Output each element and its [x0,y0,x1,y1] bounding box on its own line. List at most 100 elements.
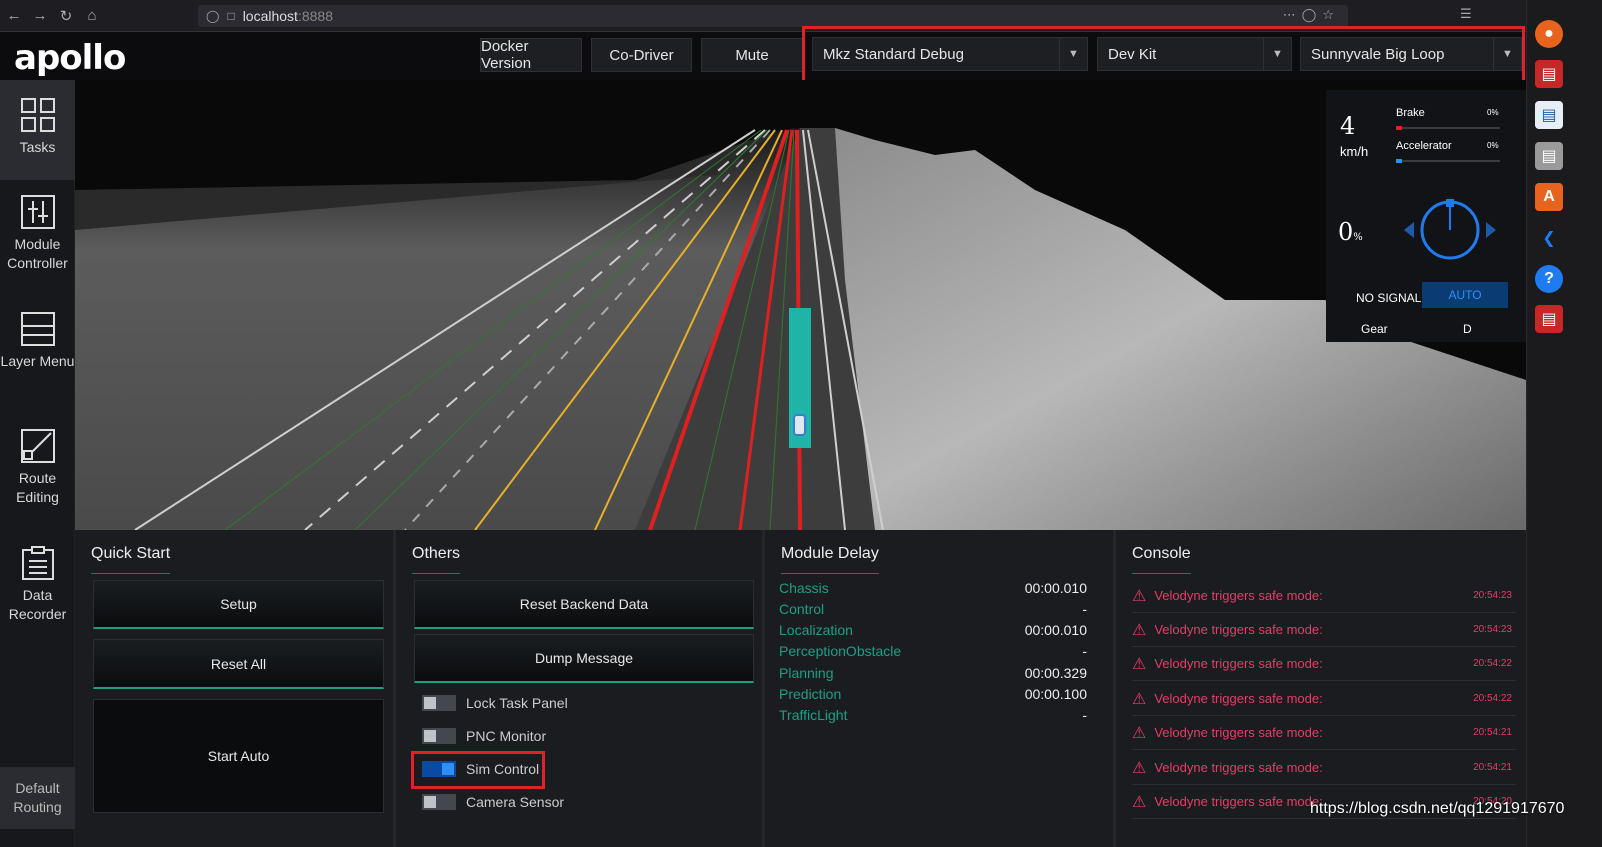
camera-sensor-toggle[interactable]: Camera Sensor [422,791,564,813]
console-message-time: 20:54:22 [1473,658,1512,669]
sidebar: Tasks Module Controller Layer Menu Route… [0,80,75,847]
sidebar-item-tasks[interactable]: Tasks [0,80,75,180]
scene-canvas [75,80,1526,530]
toggle-label: Lock Task Panel [466,695,568,711]
console-message-text: Velodyne triggers safe mode: [1154,588,1323,603]
module-name: PerceptionObstacle [779,643,902,659]
accelerator-pct: 0% [1487,141,1499,150]
sliders-icon [20,195,55,229]
terminal-icon[interactable]: ▤ [1535,60,1563,88]
module-delay-panel: Module Delay Chassis 00:00.010 Control - L… [765,530,1113,847]
setup-button[interactable]: Setup [93,580,384,629]
url-port: :8888 [297,8,333,24]
start-auto-button[interactable]: Start Auto [93,699,384,813]
console-message-time: 20:54:22 [1473,693,1512,704]
watermark-text: https://blog.csdn.net/qq1291917670 [1310,800,1565,817]
software-center-icon[interactable]: A [1535,183,1563,211]
turn-signal-status: NO SIGNAL [1356,291,1422,305]
highlight-box [411,751,545,789]
brake-bar-fill [1396,126,1403,130]
brake-pct: 0% [1487,108,1499,117]
back-icon[interactable]: ← [2,4,26,28]
steering-wheel-icon [1404,199,1496,260]
url-host: localhost [242,8,298,24]
module-name: TrafficLight [779,707,848,723]
console-message-text: Velodyne triggers safe mode: [1154,725,1323,740]
sidebar-item-label: Data Recorder [8,587,67,622]
panel-title: Console [1132,545,1191,574]
console-message-text: Velodyne triggers safe mode: [1154,760,1323,775]
default-routing-button[interactable]: Default Routing [0,767,75,829]
console-message: ⚠ Velodyne triggers safe mode: 20:54:21 [1132,716,1516,750]
url-bar[interactable]: ◯ □ localhost:8888 ⋯◯☆ [198,5,1348,27]
speed-value: 4 [1340,112,1356,140]
docker-version-button[interactable]: Docker Version [480,38,582,72]
sidebar-item-label: Layer Menu [0,353,75,369]
reset-backend-data-button[interactable]: Reset Backend Data [414,580,754,629]
sidebar-item-label: Route Editing [16,470,59,505]
warning-icon: ⚠ [1132,759,1147,777]
url-actions-icon[interactable]: ⋯◯☆ [1283,7,1340,23]
app-header: apollo Docker Version Co-Driver Mute Mkz… [0,26,1560,86]
module-delay-row: PerceptionObstacle - [779,643,1087,664]
sidebar-item-route-editing[interactable]: Route Editing [0,429,75,539]
console-message-time: 20:54:23 [1473,624,1512,635]
os-dock: ● ▤ ▤ ▤ A ❮ ? ▤ [1526,0,1602,847]
highlight-box [802,26,1525,86]
module-name: Chassis [779,580,829,596]
others-panel: Others Reset Backend Data Dump Message L… [396,530,762,847]
home-icon[interactable]: ⌂ [80,4,104,28]
console-message: ⚠ Velodyne triggers safe mode: 20:54:23 [1132,613,1516,647]
toggle-switch[interactable] [422,794,456,810]
toggle-label: Camera Sensor [466,794,565,810]
console-message-text: Velodyne triggers safe mode: [1154,794,1323,809]
sidebar-item-module-controller[interactable]: Module Controller [0,195,75,305]
layers-icon [20,312,55,346]
apollo-logo: apollo [14,38,126,78]
reload-icon[interactable]: ↻ [54,4,78,28]
warning-icon: ⚠ [1132,690,1147,708]
firefox-icon[interactable]: ● [1535,20,1563,48]
dump-message-button[interactable]: Dump Message [414,634,754,683]
toggle-knob [424,796,436,808]
document-icon[interactable]: ▤ [1535,101,1563,129]
pnc-monitor-toggle[interactable]: PNC Monitor [422,725,546,747]
route-icon [20,429,55,463]
lock-task-panel-toggle[interactable]: Lock Task Panel [422,692,568,714]
module-delay-value: 00:00.010 [1024,622,1087,638]
warning-icon: ⚠ [1132,587,1147,605]
sidebar-item-label: Module Controller [7,236,68,271]
files-icon[interactable]: ▤ [1535,142,1563,170]
module-delay-value: - [1082,601,1087,617]
console-message-time: 20:54:21 [1473,727,1512,738]
toggle-knob [424,730,436,742]
module-name: Prediction [779,686,842,702]
toggle-switch[interactable] [422,728,456,744]
forward-icon[interactable]: → [28,4,52,28]
toggle-switch[interactable] [422,695,456,711]
sidebar-item-layer-menu[interactable]: Layer Menu [0,312,75,422]
module-delay-value: 00:00.329 [1024,665,1087,681]
browser-menu-icon[interactable]: ☰ [1460,6,1480,22]
gear-label: Gear [1361,322,1388,336]
brake-label: Brake [1396,107,1425,119]
module-delay-value: - [1082,643,1087,659]
map-scene-view[interactable] [75,80,1526,530]
module-delay-row: Prediction 00:00.100 [779,686,1087,707]
mute-button[interactable]: Mute [701,38,803,72]
module-delay-row: TrafficLight - [779,707,1087,728]
vehicle-dashboard: 4 km/h Brake 0% Accelerator 0% 0% NO SIG… [1326,90,1526,342]
console-message: ⚠ Velodyne triggers safe mode: 20:54:22 [1132,682,1516,716]
reset-all-button[interactable]: Reset All [93,639,384,689]
module-name: Localization [779,622,853,638]
co-driver-button[interactable]: Co-Driver [591,38,692,72]
module-name: Planning [779,665,834,681]
vscode-icon[interactable]: ❮ [1535,224,1563,252]
toggle-label: PNC Monitor [466,728,547,744]
help-icon[interactable]: ? [1535,265,1563,293]
page-icon: □ [227,9,235,23]
quick-start-panel: Quick Start Setup Reset All Start Auto [75,530,393,847]
accelerator-bar [1396,159,1500,163]
sidebar-item-data-recorder[interactable]: Data Recorder [0,546,75,656]
terminal-icon[interactable]: ▤ [1535,305,1563,333]
